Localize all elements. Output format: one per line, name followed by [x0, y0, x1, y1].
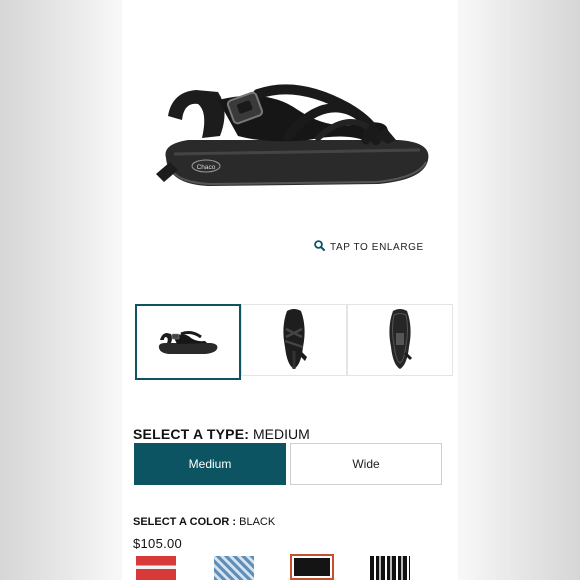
price: $105.00 — [133, 536, 183, 551]
product-hero-image[interactable]: Chaco — [148, 70, 438, 200]
brand-logo: Chaco — [197, 164, 216, 171]
type-heading: SELECT A TYPE: — [133, 426, 250, 442]
type-value: MEDIUM — [253, 426, 310, 442]
tap-to-enlarge-link[interactable]: TAP TO ENLARGE — [314, 240, 424, 254]
type-options: Medium Wide — [134, 443, 442, 485]
swatch-black-white-pattern[interactable] — [370, 556, 410, 580]
thumbnail-strip — [135, 304, 455, 380]
color-heading: SELECT A COLOR : — [133, 516, 237, 528]
swatch-black[interactable] — [290, 554, 334, 580]
swatch-blue-pattern[interactable] — [214, 556, 254, 580]
thumbnail-side-view[interactable] — [135, 304, 241, 380]
type-medium-button[interactable]: Medium — [134, 443, 286, 485]
color-swatches — [134, 554, 454, 580]
swatch-red-white-pattern[interactable] — [136, 556, 176, 580]
color-selector-heading: SELECT A COLOR : BLACK — [133, 516, 275, 528]
thumbnail-top-view[interactable] — [241, 304, 347, 376]
type-wide-button[interactable]: Wide — [290, 443, 442, 485]
tap-to-enlarge-label: TAP TO ENLARGE — [330, 241, 424, 253]
thumbnail-sole-view[interactable] — [347, 304, 453, 376]
search-icon — [314, 240, 325, 254]
color-value: BLACK — [239, 516, 276, 528]
type-selector-heading: SELECT A TYPE: MEDIUM — [133, 426, 310, 442]
product-page: Chaco TAP TO ENLARGE SELECT A TYPE: MEDI… — [122, 0, 458, 580]
